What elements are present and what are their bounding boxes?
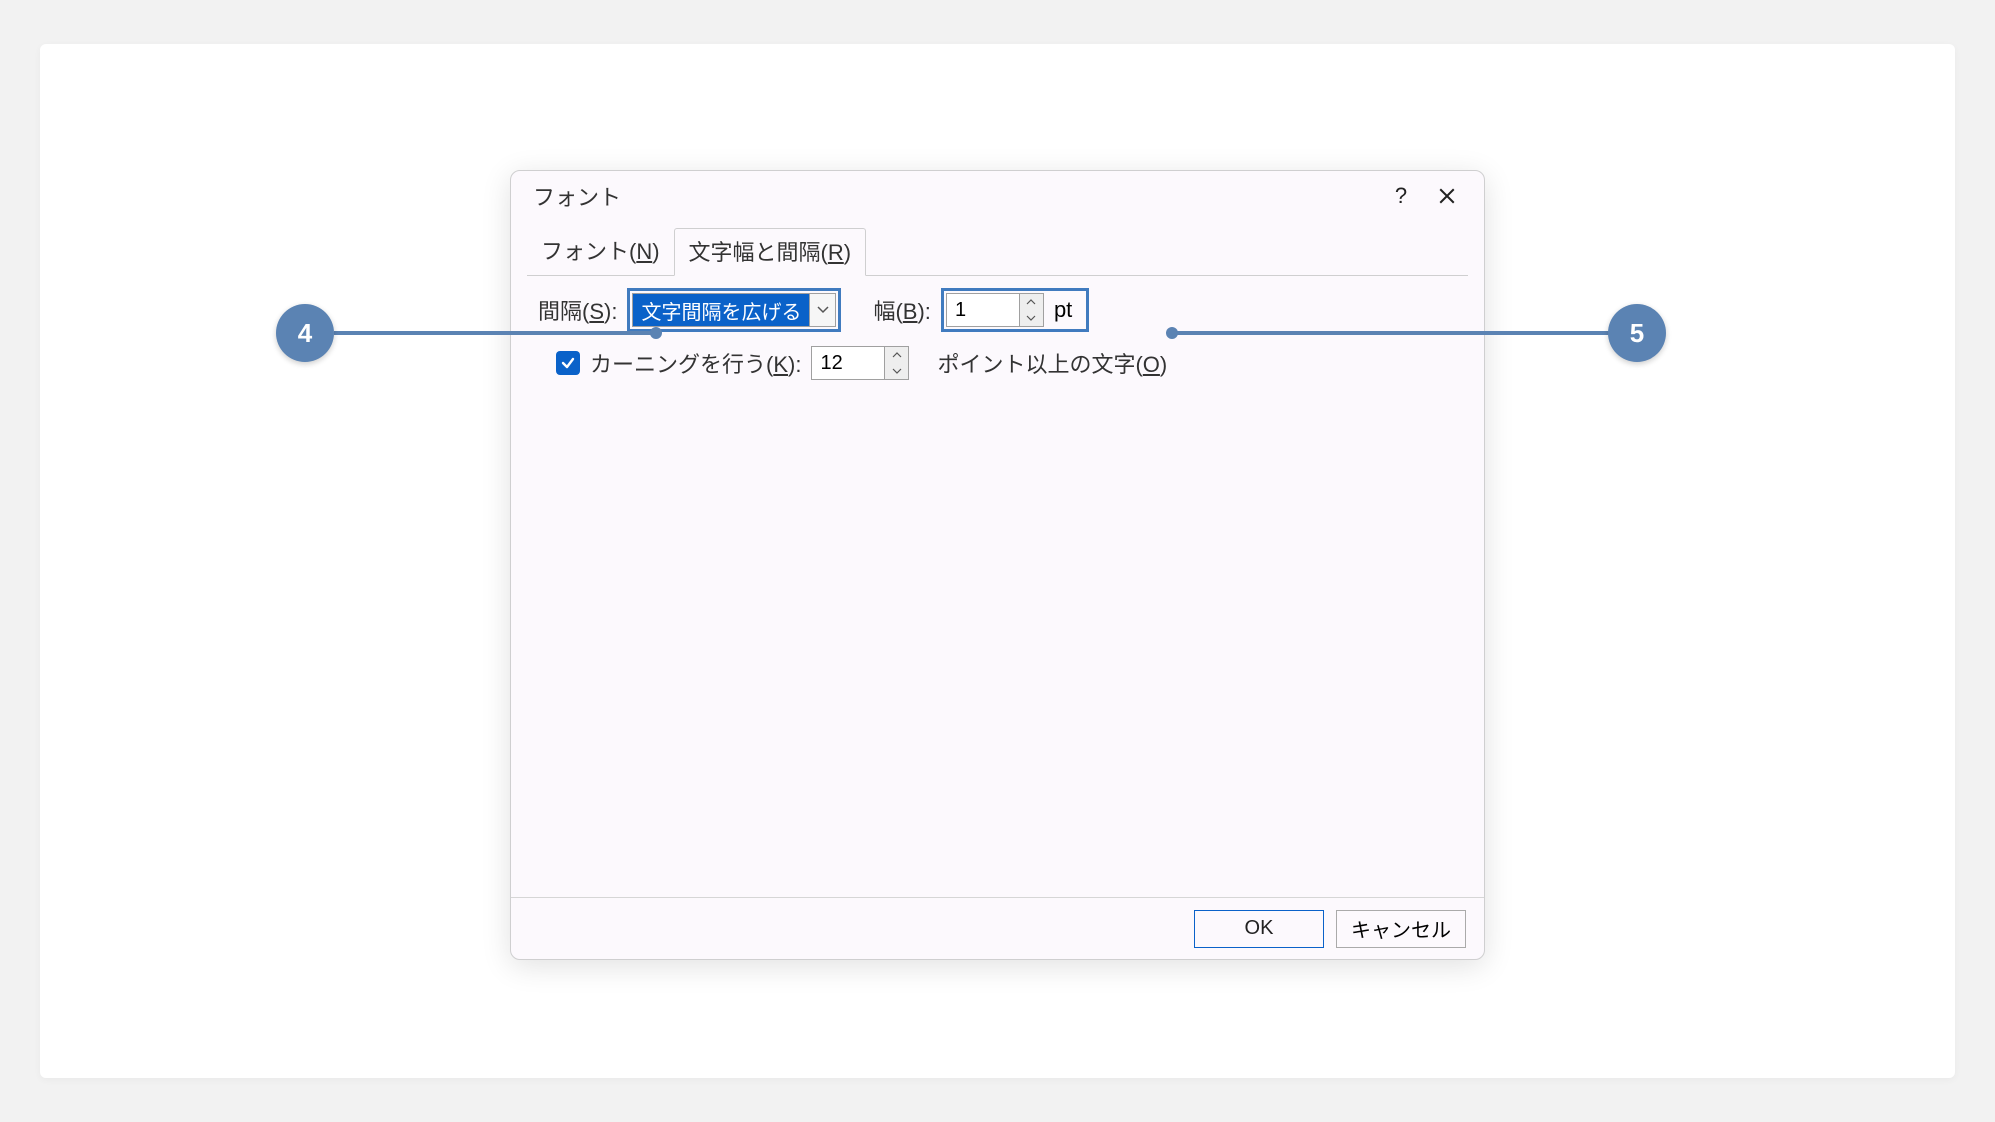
width-spinner-value: 1 <box>947 294 1019 326</box>
width-highlight: 1 pt <box>941 288 1089 332</box>
spacing-row: 間隔(S): 文字間隔を広げる 幅(B): 1 <box>538 288 1457 332</box>
close-icon <box>1438 187 1456 205</box>
help-button[interactable]: ? <box>1378 176 1424 216</box>
spacing-highlight: 文字間隔を広げる <box>627 288 841 332</box>
width-unit: pt <box>1044 297 1084 323</box>
chevron-up-icon <box>892 352 902 358</box>
checkmark-icon <box>560 355 576 371</box>
chevron-up-icon <box>1026 299 1036 305</box>
ok-button[interactable]: OK <box>1194 910 1324 948</box>
titlebar: フォント ? <box>511 171 1484 221</box>
callout-5-dot <box>1166 327 1178 339</box>
callout-4: 4 <box>276 304 334 362</box>
spacing-select[interactable]: 文字間隔を広げる <box>632 293 836 327</box>
kerning-spinner-value: 12 <box>812 347 884 379</box>
chevron-down-icon <box>1026 315 1036 321</box>
chevron-down-icon <box>892 368 902 374</box>
font-dialog: フォント ? フォント(N) 文字幅と間隔(R) 間隔(S): 文字間隔を広げる <box>510 170 1485 960</box>
callout-4-line <box>334 331 654 335</box>
kerning-tail-label: ポイント以上の文字(O) <box>937 347 1167 379</box>
tab-strip: フォント(N) 文字幅と間隔(R) <box>511 221 1484 275</box>
width-spinner-arrows[interactable] <box>1019 294 1043 326</box>
spacing-select-value: 文字間隔を広げる <box>633 294 809 326</box>
kerning-spinner-arrows[interactable] <box>884 347 908 379</box>
close-button[interactable] <box>1424 176 1470 216</box>
spacing-label: 間隔(S): <box>538 294 617 326</box>
kerning-spinner[interactable]: 12 <box>811 346 909 380</box>
tab-spacing[interactable]: 文字幅と間隔(R) <box>674 228 867 276</box>
dialog-title: フォント <box>533 180 1378 212</box>
chevron-down-icon <box>817 306 829 314</box>
width-label: 幅(B): <box>873 294 930 326</box>
callout-5-line <box>1174 331 1610 335</box>
spacing-select-arrow[interactable] <box>809 294 835 326</box>
dialog-footer: OK キャンセル <box>511 897 1484 959</box>
callout-5: 5 <box>1608 304 1666 362</box>
kerning-row: カーニングを行う(K): 12 ポイント以上の文字(O) <box>538 346 1457 380</box>
callout-4-dot <box>650 327 662 339</box>
kerning-label: カーニングを行う(K): <box>590 347 801 379</box>
tab-font[interactable]: フォント(N) <box>527 228 674 276</box>
cancel-button[interactable]: キャンセル <box>1336 910 1466 948</box>
kerning-checkbox[interactable] <box>556 351 580 375</box>
width-spinner[interactable]: 1 <box>946 293 1044 327</box>
dialog-body: 間隔(S): 文字間隔を広げる 幅(B): 1 <box>527 276 1468 897</box>
